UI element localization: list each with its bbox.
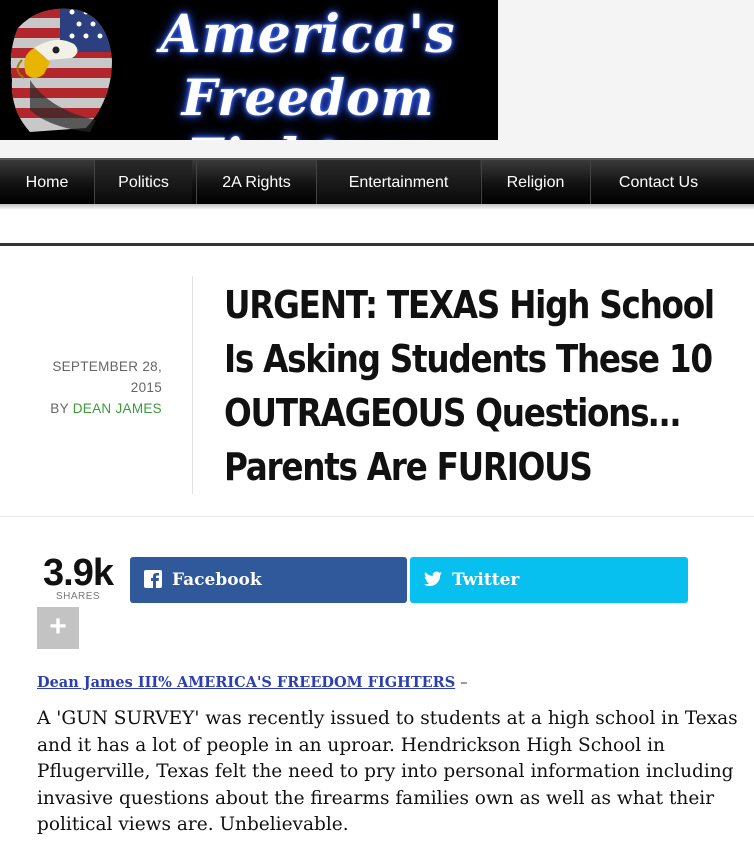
header-bottom-rule: [0, 516, 754, 517]
author-prefix: BY: [50, 401, 69, 416]
post-author-line: BY DEAN JAMES: [20, 398, 162, 419]
share-count-label: SHARES: [55, 591, 101, 602]
twitter-share-button[interactable]: Twitter: [410, 557, 688, 603]
logo-title-line1: America's: [160, 4, 456, 65]
logo-title-line2: Freedom Fighters: [181, 68, 435, 140]
share-count: 3.9k: [43, 552, 114, 594]
author-link[interactable]: DEAN JAMES: [73, 401, 162, 416]
site-logo[interactable]: America's Freedom Fighters: [0, 0, 498, 140]
article-byline: Dean James III% AMERICA'S FREEDOM FIGHTE…: [37, 674, 468, 691]
nav-item-entertainment[interactable]: Entertainment: [316, 160, 480, 204]
eagle-flag-icon: [10, 8, 113, 132]
facebook-icon: [144, 570, 162, 588]
site-header: America's Freedom Fighters: [0, 0, 754, 158]
byline-dash: –: [460, 675, 468, 691]
nav-item-home[interactable]: Home: [0, 160, 94, 204]
nav-item-religion[interactable]: Religion: [481, 160, 589, 204]
facebook-label: Facebook: [172, 570, 262, 590]
nav-item-politics[interactable]: Politics: [94, 160, 192, 204]
twitter-icon: [424, 571, 442, 587]
content-top-rule: [0, 243, 754, 246]
article-title: URGENT: TEXAS High School Is Asking Stud…: [224, 283, 715, 489]
byline-link[interactable]: Dean James III% AMERICA'S FREEDOM FIGHTE…: [37, 674, 455, 691]
nav-item-2a-rights[interactable]: 2A Rights: [196, 160, 316, 204]
twitter-label: Twitter: [452, 570, 520, 590]
meta-divider: [192, 276, 193, 494]
facebook-share-button[interactable]: Facebook: [130, 557, 407, 603]
post-meta: SEPTEMBER 28, 2015 BY DEAN JAMES: [20, 356, 162, 419]
article-paragraph: A 'GUN SURVEY' was recently issued to st…: [37, 708, 738, 835]
post-date: SEPTEMBER 28, 2015: [52, 359, 162, 395]
main-nav: Home Politics 2A Rights Entertainment Re…: [0, 158, 754, 204]
plus-icon[interactable]: +: [37, 607, 79, 649]
nav-item-contact-us[interactable]: Contact Us: [590, 160, 726, 204]
nav-shadow: [0, 204, 754, 210]
